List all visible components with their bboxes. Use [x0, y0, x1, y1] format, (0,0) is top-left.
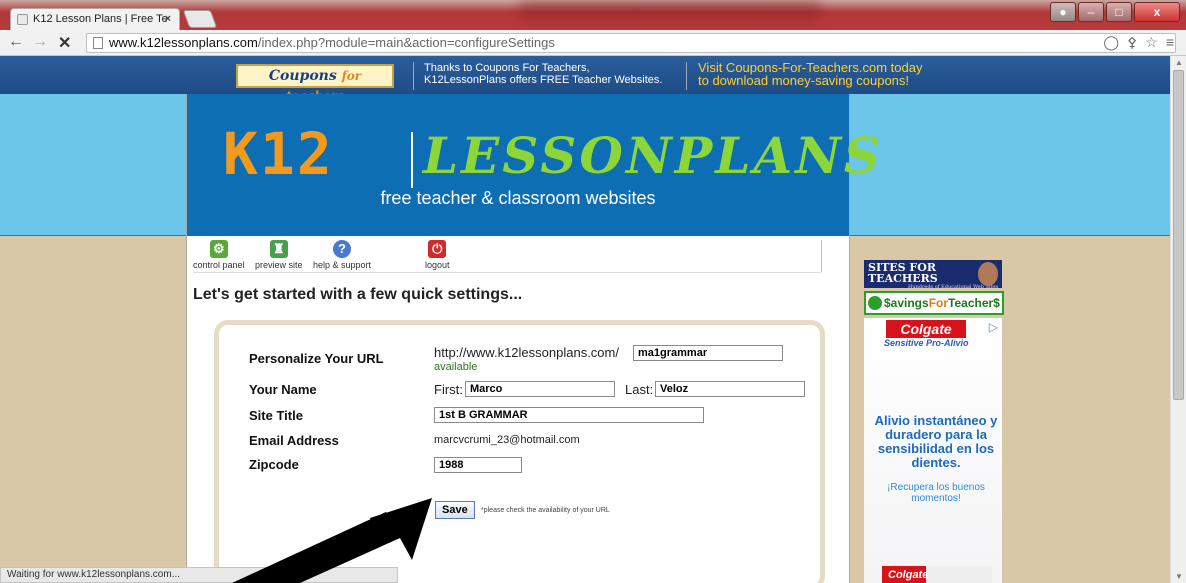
colgate-package: Colgate: [882, 566, 992, 583]
sites-ad-title: SITES FOR TEACHERS: [868, 261, 938, 285]
savings-ad-word3: Teacher$: [948, 296, 1000, 310]
colgate-logo: Colgate: [886, 320, 966, 338]
sponsor-message-line1: Thanks to Coupons For Teachers,: [424, 62, 590, 74]
url-host: www.k12lessonplans.com: [109, 35, 258, 50]
email-value: marcvcrumi_23@hotmail.com: [434, 434, 580, 446]
savings-ad-word2: For: [928, 296, 949, 310]
colgate-cta: ¡Recupera los buenos momentos!: [887, 482, 985, 504]
page-icon: [17, 14, 28, 25]
site-title-label: Site Title: [249, 408, 303, 423]
page-heading: Let's get started with a few quick setti…: [193, 286, 523, 303]
main-container: K12 LESSONPLANS free teacher & classroom…: [186, 94, 880, 583]
back-arrow-icon[interactable]: ←: [8, 33, 24, 51]
scroll-up-icon[interactable]: ▲: [1175, 58, 1183, 67]
colgate-ad[interactable]: Colgate ▷ Sensitive Pro-Alivio Alivio in…: [864, 318, 1002, 583]
titlebar-glow: [520, 0, 820, 18]
promo-link[interactable]: Visit Coupons-For-Teachers.com today to …: [698, 61, 922, 87]
maximize-button[interactable]: □: [1106, 2, 1132, 22]
nav-logout[interactable]: ⏻ logout: [425, 240, 450, 270]
tab-close-icon[interactable]: ×: [165, 13, 171, 25]
url-input[interactable]: [633, 345, 783, 361]
key-icon[interactable]: ⚴: [1127, 34, 1137, 51]
adchoices-icon[interactable]: ▷: [989, 320, 998, 334]
page-viewport: Coupons for teachers Thanks to Coupons F…: [0, 56, 1170, 583]
sponsor-message-line2: K12LessonPlans offers FREE Teacher Websi…: [424, 74, 663, 86]
logo-divider: [411, 132, 413, 188]
save-button[interactable]: Save: [435, 501, 475, 519]
nav-preview-site-label: preview site: [255, 260, 303, 270]
menu-icon[interactable]: ≡: [1166, 34, 1174, 51]
avatar: [978, 262, 998, 286]
coupons-for-teachers-logo[interactable]: Coupons for teachers: [236, 64, 394, 103]
star-icon[interactable]: ☆: [1145, 34, 1158, 51]
shield-icon[interactable]: ◯: [1103, 34, 1119, 51]
preview-site-icon: ♜: [269, 240, 288, 258]
url-availability-status: available: [434, 361, 478, 373]
nav-logout-label: logout: [425, 260, 450, 270]
sponsor-message: Thanks to Coupons For Teachers, K12Lesso…: [424, 62, 662, 86]
power-icon: ⏻: [428, 240, 447, 258]
first-name-label: First:: [434, 382, 463, 397]
colgate-subtitle: Sensitive Pro-Alivio: [884, 338, 969, 348]
savings-for-teachers-ad[interactable]: $avingsForTeacher$: [864, 291, 1004, 315]
browser-titlebar: K12 Lesson Plans | Free Te × ● – □ x: [0, 0, 1186, 30]
colgate-headline: Alivio instantáneo y duradero para la se…: [874, 413, 998, 470]
status-bar: Waiting for www.k12lessonplans.com...: [0, 567, 398, 583]
url-prefix: http://www.k12lessonplans.com/: [434, 345, 619, 360]
logo-k12: K12: [223, 120, 334, 188]
close-window-button[interactable]: x: [1134, 2, 1180, 22]
new-tab-button[interactable]: [182, 10, 218, 28]
logo-lessonplans: LESSONPLANS: [423, 126, 884, 185]
first-name-input[interactable]: [465, 381, 615, 397]
nav-control-panel[interactable]: ⚙ control panel: [193, 240, 245, 270]
url-label: Personalize Your URL: [249, 351, 384, 366]
last-name-input[interactable]: [655, 381, 805, 397]
email-label: Email Address: [249, 433, 339, 448]
toolbar-icons: ◯ ⚴ ☆ ≡: [1103, 34, 1174, 51]
site-banner: K12 LESSONPLANS free teacher & classroom…: [187, 94, 880, 236]
help-icon: ?: [333, 240, 352, 258]
window-controls: ● – □ x: [1050, 2, 1180, 22]
last-name-label: Last:: [625, 382, 654, 397]
coupon-logo-word1: Coupons: [268, 68, 337, 84]
page-scrollbar[interactable]: ▲ ▼: [1170, 56, 1186, 583]
site-title-input[interactable]: [434, 407, 704, 423]
address-bar[interactable]: www.k12lessonplans.com/index.php?module=…: [86, 33, 1176, 53]
browser-toolbar: ← → ✕ www.k12lessonplans.com/index.php?m…: [0, 30, 1186, 56]
minimize-button[interactable]: –: [1078, 2, 1104, 22]
tab-title: K12 Lesson Plans | Free Te: [33, 13, 168, 25]
scroll-thumb[interactable]: [1173, 70, 1184, 400]
page-icon: [93, 37, 103, 49]
nav-help-support[interactable]: ? help & support: [313, 240, 371, 270]
divider: [413, 62, 414, 90]
user-icon[interactable]: ●: [1050, 2, 1076, 22]
forward-arrow-icon[interactable]: →: [32, 33, 48, 51]
nav-preview-site[interactable]: ♜ preview site: [255, 240, 303, 270]
scroll-down-icon[interactable]: ▼: [1175, 572, 1183, 581]
name-label: Your Name: [249, 382, 317, 397]
save-note: *please check the availability of your U…: [481, 507, 610, 514]
nav-divider: [193, 272, 821, 273]
savings-ad-word1: $avings: [884, 296, 929, 310]
coupon-topbar: Coupons for teachers Thanks to Coupons F…: [0, 56, 1170, 103]
sites-for-teachers-ad[interactable]: SITES FOR TEACHERS Hundreds of Education…: [864, 260, 1002, 296]
url-path: /index.php?module=main&action=configureS…: [257, 35, 555, 50]
divider: [686, 62, 687, 90]
ad-column: SITES FOR TEACHERS Hundreds of Education…: [864, 260, 1004, 583]
settings-form: Personalize Your URL http://www.k12lesso…: [214, 320, 825, 583]
control-panel-icon: ⚙: [209, 240, 228, 258]
zipcode-label: Zipcode: [249, 457, 299, 472]
banner-tagline: free teacher & classroom websites: [380, 188, 656, 208]
nav-help-support-label: help & support: [313, 260, 372, 270]
coin-icon: [868, 296, 882, 310]
nav-control-panel-label: control panel: [193, 260, 245, 270]
zipcode-input[interactable]: [434, 457, 522, 473]
browser-tab[interactable]: K12 Lesson Plans | Free Te ×: [10, 8, 180, 30]
promo-line2: to download money-saving coupons!: [698, 73, 910, 88]
stop-icon[interactable]: ✕: [58, 33, 71, 53]
nav-vertical-divider: [821, 240, 822, 272]
